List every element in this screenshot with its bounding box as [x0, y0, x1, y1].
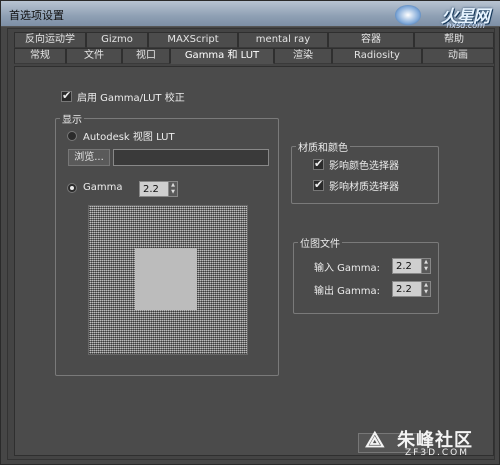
enable-gamma-row[interactable]: 启用 Gamma/LUT 校正 [61, 89, 185, 104]
affect-color-picker-row[interactable]: 影响颜色选择器 [313, 157, 399, 172]
dialog-body: 反向运动学 Gizmo MAXScript mental ray 容器 帮助 常… [7, 28, 495, 460]
lut-path-field[interactable] [113, 149, 269, 166]
preferences-window: 首选项设置 火星网 hxsd.com 反向运动学 Gizmo MAXScript… [0, 0, 500, 465]
output-gamma-value[interactable]: 2.2 [392, 281, 422, 297]
tab-row-2: 常规 文件 视口 Gamma 和 LUT 渲染 Radiosity 动画 [14, 48, 494, 64]
tab-maxscript[interactable]: MAXScript [148, 32, 238, 48]
lut-radio[interactable] [67, 130, 77, 141]
tab-files[interactable]: 文件 [66, 48, 122, 64]
bitmap-files-group: 位图文件 输入 Gamma: 2.2 ▲ ▼ 输出 Gamma: 2.2 ▲ ▼ [293, 235, 439, 314]
title-bar[interactable]: 首选项设置 火星网 hxsd.com [1, 1, 500, 30]
enable-gamma-checkbox[interactable] [61, 89, 72, 102]
gamma-value[interactable]: 2.2 [139, 181, 169, 197]
tab-animation[interactable]: 动画 [422, 48, 494, 64]
tab-radiosity[interactable]: Radiosity [332, 48, 422, 64]
bitmap-group-label: 位图文件 [298, 235, 342, 250]
spin-down-icon[interactable]: ▼ [422, 266, 430, 273]
lut-option-row[interactable]: Autodesk 视图 LUT [67, 128, 175, 143]
browse-button[interactable]: 浏览... [68, 149, 110, 166]
spin-up-icon[interactable]: ▲ [422, 259, 430, 266]
lut-option-label: Autodesk 视图 LUT [83, 132, 175, 143]
material-group-label: 材质和颜色 [296, 139, 350, 154]
watermark-bottom-url: ZF3D.COM [405, 448, 469, 458]
tab-inverse-kinematics[interactable]: 反向运动学 [14, 32, 86, 48]
tab-rendering[interactable]: 渲染 [274, 48, 332, 64]
input-gamma-arrows[interactable]: ▲ ▼ [422, 258, 431, 274]
enable-gamma-label: 启用 Gamma/LUT 校正 [77, 93, 185, 104]
hxsd-logo-icon [395, 5, 421, 25]
tab-row-1: 反向运动学 Gizmo MAXScript mental ray 容器 帮助 [14, 32, 494, 48]
gamma-radio[interactable] [67, 182, 77, 193]
material-color-group: 材质和颜色 影响颜色选择器 影响材质选择器 [291, 139, 439, 204]
gamma-option-label: Gamma [83, 182, 123, 193]
tab-containers[interactable]: 容器 [328, 32, 414, 48]
gamma-lut-panel: 启用 Gamma/LUT 校正 显示 Autodesk 视图 LUT 浏览...… [14, 66, 494, 456]
tab-gamma-lut[interactable]: Gamma 和 LUT [170, 48, 274, 64]
window-title: 首选项设置 [9, 9, 64, 22]
affect-color-picker-label: 影响颜色选择器 [329, 161, 399, 172]
watermark-zf3d: ⟁ 朱峰社区 ZF3D.COM [365, 426, 495, 460]
tab-mental-ray[interactable]: mental ray [238, 32, 328, 48]
spin-down-icon[interactable]: ▼ [169, 189, 177, 196]
gamma-test-swatch [135, 248, 197, 310]
gamma-test-pattern [88, 205, 248, 355]
zf3d-logo-icon: ⟁ [365, 428, 385, 453]
display-group: 显示 Autodesk 视图 LUT 浏览... Gamma 2.2 ▲ ▼ [55, 111, 279, 376]
affect-material-picker-checkbox[interactable] [313, 178, 324, 191]
gamma-option-row[interactable]: Gamma [67, 182, 123, 193]
affect-material-picker-row[interactable]: 影响材质选择器 [313, 178, 399, 193]
spin-up-icon[interactable]: ▲ [169, 182, 177, 189]
affect-color-picker-checkbox[interactable] [313, 157, 324, 170]
tab-viewports[interactable]: 视口 [122, 48, 170, 64]
output-gamma-arrows[interactable]: ▲ ▼ [422, 281, 431, 297]
affect-material-picker-label: 影响材质选择器 [329, 182, 399, 193]
input-gamma-label: 输入 Gamma: [314, 263, 381, 274]
watermark-hxsd: 火星网 hxsd.com [395, 2, 495, 30]
input-gamma-value[interactable]: 2.2 [392, 258, 422, 274]
display-group-label: 显示 [60, 111, 84, 126]
tab-gizmo[interactable]: Gizmo [86, 32, 148, 48]
output-gamma-spinner[interactable]: 2.2 ▲ ▼ [392, 281, 431, 297]
tab-help[interactable]: 帮助 [414, 32, 494, 48]
gamma-spinner[interactable]: 2.2 ▲ ▼ [139, 181, 178, 197]
tab-general[interactable]: 常规 [14, 48, 66, 64]
spin-up-icon[interactable]: ▲ [422, 282, 430, 289]
output-gamma-label: 输出 Gamma: [314, 286, 381, 297]
input-gamma-spinner[interactable]: 2.2 ▲ ▼ [392, 258, 431, 274]
gamma-spinner-arrows[interactable]: ▲ ▼ [169, 181, 178, 197]
spin-down-icon[interactable]: ▼ [422, 289, 430, 296]
